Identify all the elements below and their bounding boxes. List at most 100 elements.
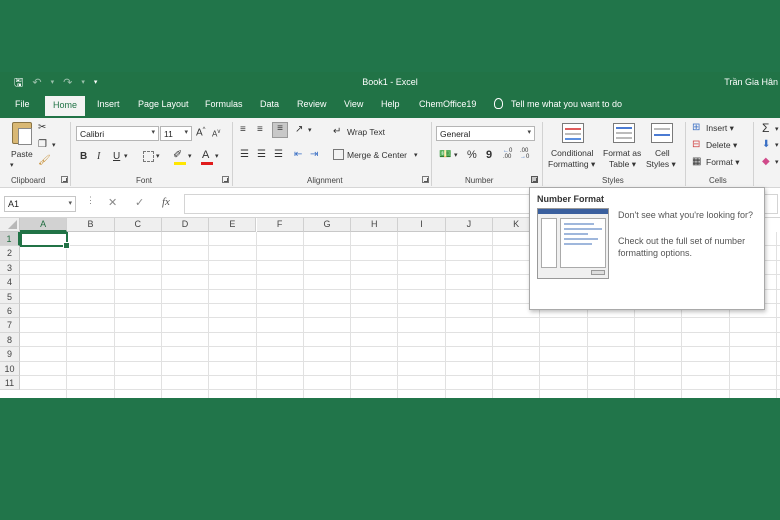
underline-button[interactable]: U xyxy=(113,151,120,162)
row-header-7[interactable]: 7 xyxy=(0,318,20,333)
bottom-align-icon[interactable]: ≡ xyxy=(272,122,288,138)
column-header-g[interactable]: G xyxy=(303,218,352,232)
wrap-text-button[interactable]: Wrap Text xyxy=(347,127,385,137)
fill-icon[interactable]: ⬇ xyxy=(762,139,770,151)
row-header-1[interactable]: 1 xyxy=(0,232,20,247)
autosum-dropdown-icon[interactable]: ▾ xyxy=(775,124,779,136)
orientation-icon[interactable]: ↗ xyxy=(295,124,303,136)
user-name[interactable]: Trần Gia Hân xyxy=(724,77,778,87)
align-left-icon[interactable]: ☰ xyxy=(240,149,249,161)
copy-dropdown-icon[interactable]: ▾ xyxy=(52,140,56,152)
column-header-h[interactable]: H xyxy=(351,218,399,232)
column-header-e[interactable]: E xyxy=(209,218,257,232)
column-header-j[interactable]: J xyxy=(445,218,493,232)
italic-button[interactable]: I xyxy=(97,151,100,162)
name-box[interactable]: A1 ▾ xyxy=(4,196,76,212)
clipboard-launcher-icon[interactable] xyxy=(61,176,68,183)
insert-function-button[interactable]: fx xyxy=(162,196,170,208)
tab-page-layout[interactable]: Page Layout xyxy=(138,99,189,109)
tab-home[interactable]: Home xyxy=(45,96,86,118)
tab-insert[interactable]: Insert xyxy=(97,99,120,109)
conditional-formatting-label-1[interactable]: Conditional xyxy=(551,148,594,158)
increase-decimal-button[interactable]: ←0.00 xyxy=(503,148,512,160)
underline-dropdown-icon[interactable]: ▾ xyxy=(124,151,128,163)
column-header-a[interactable]: A xyxy=(20,218,68,232)
paste-dropdown-icon[interactable]: ▾ xyxy=(10,160,14,172)
clear-icon[interactable]: ◆ xyxy=(762,156,770,168)
merge-dropdown-icon[interactable]: ▾ xyxy=(414,150,418,162)
conditional-formatting-button[interactable]: Formatting ▾ xyxy=(548,159,595,170)
increase-indent-icon[interactable]: ⇥ xyxy=(310,149,318,161)
decrease-indent-icon[interactable]: ⇤ xyxy=(294,149,302,161)
row-header-10[interactable]: 10 xyxy=(0,361,20,376)
column-header-d[interactable]: D xyxy=(161,218,210,232)
copy-icon[interactable]: ❐ xyxy=(38,139,47,151)
borders-icon[interactable] xyxy=(143,151,154,162)
increase-font-size-button[interactable]: A^ xyxy=(196,127,206,138)
column-header-i[interactable]: I xyxy=(398,218,446,232)
fill-color-dropdown-icon[interactable]: ▾ xyxy=(188,151,192,163)
cancel-entry-button[interactable]: ✕ xyxy=(108,196,117,209)
format-painter-icon[interactable]: 🖌 xyxy=(38,155,51,167)
merge-center-button[interactable]: Merge & Center xyxy=(347,150,407,160)
align-right-icon[interactable]: ☰ xyxy=(274,149,283,161)
borders-dropdown-icon[interactable]: ▾ xyxy=(156,151,160,163)
bold-button[interactable]: B xyxy=(80,151,87,162)
select-all-button[interactable] xyxy=(0,218,20,232)
column-header-b[interactable]: B xyxy=(67,218,115,232)
insert-cells-button[interactable]: Insert ▾ xyxy=(706,123,734,134)
delete-cells-button[interactable]: Delete ▾ xyxy=(706,140,737,151)
row-header-9[interactable]: 9 xyxy=(0,347,20,362)
cell-styles-button[interactable]: Styles ▾ xyxy=(646,159,676,170)
font-color-icon[interactable]: A xyxy=(202,149,209,161)
tab-data[interactable]: Data xyxy=(260,99,279,109)
row-header-5[interactable]: 5 xyxy=(0,289,20,304)
row-header-2[interactable]: 2 xyxy=(0,246,20,261)
middle-align-icon[interactable]: ≡ xyxy=(257,124,263,136)
cut-icon[interactable]: ✂ xyxy=(38,122,46,134)
chevron-down-icon: ▾ xyxy=(527,129,531,136)
align-center-icon[interactable]: ☰ xyxy=(257,149,266,161)
tab-file[interactable]: File xyxy=(15,99,30,109)
paste-button[interactable]: Paste xyxy=(11,149,33,159)
cell-styles-label-1[interactable]: Cell xyxy=(655,148,670,158)
clear-dropdown-icon[interactable]: ▾ xyxy=(775,157,779,169)
decrease-font-size-button[interactable]: Av xyxy=(212,129,220,139)
font-color-dropdown-icon[interactable]: ▾ xyxy=(215,151,219,163)
number-format-select[interactable]: General ▾ xyxy=(436,126,535,141)
font-name-select[interactable]: Calibri ▾ xyxy=(76,126,159,141)
orientation-dropdown-icon[interactable]: ▾ xyxy=(308,125,312,137)
fill-dropdown-icon[interactable]: ▾ xyxy=(775,140,779,152)
row-header-4[interactable]: 4 xyxy=(0,275,20,290)
row-header-6[interactable]: 6 xyxy=(0,304,20,319)
number-format-launcher-icon[interactable] xyxy=(531,176,538,183)
row-header-8[interactable]: 8 xyxy=(0,332,20,348)
comma-style-button[interactable]: 9 xyxy=(486,149,492,161)
accounting-format-icon[interactable]: 💵 xyxy=(439,149,451,161)
tab-review[interactable]: Review xyxy=(297,99,327,109)
format-cells-button[interactable]: Format ▾ xyxy=(706,157,740,168)
format-as-table-button[interactable]: Table ▾ xyxy=(609,159,636,170)
tell-me-search[interactable]: Tell me what you want to do xyxy=(494,98,622,109)
fill-color-icon[interactable]: ✐ xyxy=(173,149,182,161)
active-cell-a1[interactable] xyxy=(20,232,70,249)
enter-entry-button[interactable]: ✓ xyxy=(135,196,144,209)
row-header-11[interactable]: 11 xyxy=(0,376,20,391)
tab-view[interactable]: View xyxy=(344,99,363,109)
row-header-3[interactable]: 3 xyxy=(0,260,20,276)
column-header-c[interactable]: C xyxy=(114,218,162,232)
top-align-icon[interactable]: ≡ xyxy=(240,124,246,136)
tab-help[interactable]: Help xyxy=(381,99,400,109)
accounting-dropdown-icon[interactable]: ▾ xyxy=(454,150,458,162)
percent-style-button[interactable]: % xyxy=(467,149,477,161)
tab-formulas[interactable]: Formulas xyxy=(205,99,243,109)
paste-icon[interactable] xyxy=(12,122,32,145)
alignment-launcher-icon[interactable] xyxy=(422,176,429,183)
column-header-f[interactable]: F xyxy=(256,218,304,232)
font-launcher-icon[interactable] xyxy=(222,176,229,183)
format-as-table-label-1[interactable]: Format as xyxy=(603,148,641,158)
autosum-icon[interactable]: Σ xyxy=(762,122,769,134)
decrease-decimal-button[interactable]: .00 →0 xyxy=(520,148,529,160)
font-size-select[interactable]: 11 ▾ xyxy=(160,126,192,141)
tab-chemoffice[interactable]: ChemOffice19 xyxy=(419,99,476,109)
